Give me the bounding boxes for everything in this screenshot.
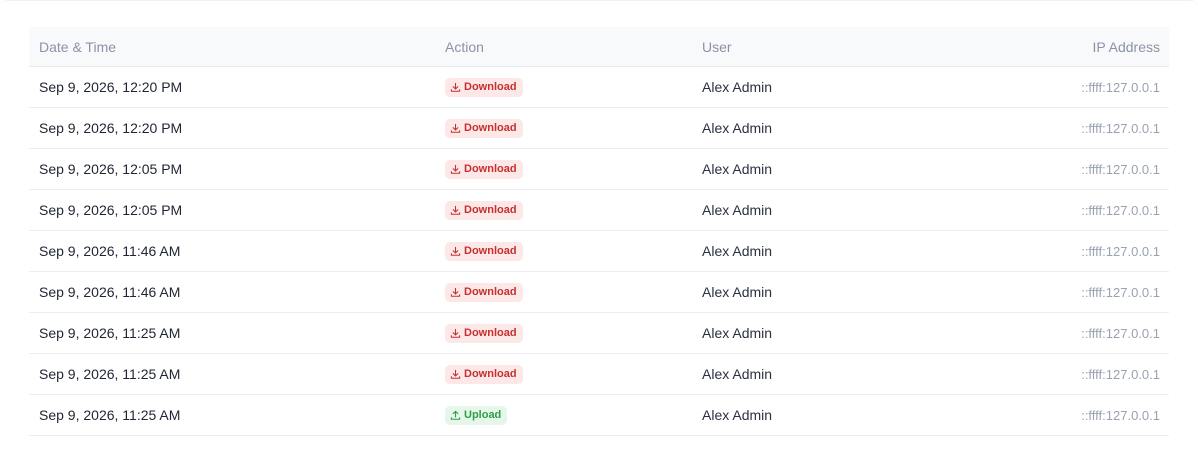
- row-ip: ::ffff:127.0.0.1: [1081, 161, 1160, 177]
- action-badge: Download: [445, 77, 523, 97]
- upload-icon: [450, 410, 464, 421]
- row-date: Sep 9, 2026, 11:25 AM: [39, 366, 181, 382]
- table-header-row: Date & Time Action User IP Address: [29, 27, 1169, 67]
- table-body: Sep 9, 2026, 12:20 PM Download Alex Admin:…: [29, 67, 1169, 436]
- row-ip: ::ffff:127.0.0.1: [1081, 202, 1160, 218]
- row-action: Download: [445, 190, 523, 230]
- row-date: Sep 9, 2026, 11:46 AM: [39, 243, 181, 259]
- row-ip: ::ffff:127.0.0.1: [1081, 284, 1160, 300]
- row-user: Alex Admin: [702, 284, 773, 300]
- column-header-user: User: [702, 38, 732, 55]
- action-badge-label: Download: [464, 367, 517, 380]
- action-badge-label: Download: [464, 203, 517, 216]
- download-icon: [450, 82, 464, 93]
- action-badge: Download: [445, 282, 523, 302]
- column-header-ip: IP Address: [1092, 38, 1160, 55]
- action-badge-label: Download: [464, 285, 517, 298]
- download-icon: [450, 164, 464, 175]
- column-header-action: Action: [445, 38, 484, 55]
- download-icon: [450, 369, 464, 380]
- table-row: Sep 9, 2026, 11:25 AM Download Alex Admin:…: [29, 354, 1169, 395]
- row-date: Sep 9, 2026, 11:46 AM: [39, 284, 181, 300]
- download-icon: [450, 328, 464, 339]
- row-action: Download: [445, 67, 523, 107]
- row-ip: ::ffff:127.0.0.1: [1081, 407, 1160, 423]
- row-date: Sep 9, 2026, 12:05 PM: [39, 202, 183, 218]
- activity-log-card: Date & Time Action User IP Address Sep 9…: [0, 0, 1198, 472]
- action-badge-label: Download: [464, 326, 517, 339]
- row-date: Sep 9, 2026, 12:20 PM: [39, 79, 183, 95]
- row-action: Download: [445, 272, 523, 312]
- row-date: Sep 9, 2026, 11:25 AM: [39, 325, 181, 341]
- download-icon: [450, 287, 464, 298]
- row-action: Download: [445, 354, 523, 394]
- action-badge-label: Download: [464, 162, 517, 175]
- row-user: Alex Admin: [702, 202, 773, 218]
- table-row: Sep 9, 2026, 11:25 AM Upload Alex Admin::f…: [29, 395, 1169, 436]
- row-user: Alex Admin: [702, 243, 773, 259]
- action-badge: Download: [445, 200, 523, 220]
- row-date: Sep 9, 2026, 12:20 PM: [39, 120, 183, 136]
- action-badge-label: Download: [464, 80, 517, 93]
- action-badge: Download: [445, 364, 523, 384]
- column-header-date: Date & Time: [39, 38, 117, 55]
- activity-log-table: Date & Time Action User IP Address Sep 9…: [29, 27, 1169, 436]
- table-row: Sep 9, 2026, 11:46 AM Download Alex Admin:…: [29, 272, 1169, 313]
- row-ip: ::ffff:127.0.0.1: [1081, 325, 1160, 341]
- row-action: Upload: [445, 395, 508, 435]
- row-date: Sep 9, 2026, 12:05 PM: [39, 161, 183, 177]
- row-ip: ::ffff:127.0.0.1: [1081, 79, 1160, 95]
- table-row: Sep 9, 2026, 12:20 PM Download Alex Admin:…: [29, 108, 1169, 149]
- action-badge: Download: [445, 159, 523, 179]
- row-user: Alex Admin: [702, 366, 773, 382]
- row-date: Sep 9, 2026, 11:25 AM: [39, 407, 181, 423]
- table-row: Sep 9, 2026, 11:25 AM Download Alex Admin:…: [29, 313, 1169, 354]
- row-user: Alex Admin: [702, 407, 773, 423]
- row-action: Download: [445, 108, 523, 148]
- download-icon: [450, 123, 464, 134]
- download-icon: [450, 246, 464, 257]
- row-user: Alex Admin: [702, 120, 773, 136]
- action-badge-label: Download: [464, 121, 517, 134]
- row-user: Alex Admin: [702, 325, 773, 341]
- table-row: Sep 9, 2026, 12:05 PM Download Alex Admin:…: [29, 190, 1169, 231]
- row-ip: ::ffff:127.0.0.1: [1081, 120, 1160, 136]
- action-badge: Download: [445, 323, 523, 343]
- action-badge-label: Download: [464, 244, 517, 257]
- action-badge-label: Upload: [464, 408, 502, 421]
- table-row: Sep 9, 2026, 11:46 AM Download Alex Admin:…: [29, 231, 1169, 272]
- row-action: Download: [445, 313, 523, 353]
- row-action: Download: [445, 149, 523, 189]
- row-action: Download: [445, 231, 523, 271]
- row-ip: ::ffff:127.0.0.1: [1081, 366, 1160, 382]
- table-row: Sep 9, 2026, 12:05 PM Download Alex Admin:…: [29, 149, 1169, 190]
- row-ip: ::ffff:127.0.0.1: [1081, 243, 1160, 259]
- download-icon: [450, 205, 464, 216]
- action-badge: Upload: [445, 405, 508, 425]
- action-badge: Download: [445, 118, 523, 138]
- row-user: Alex Admin: [702, 161, 773, 177]
- table-row: Sep 9, 2026, 12:20 PM Download Alex Admin:…: [29, 67, 1169, 108]
- action-badge: Download: [445, 241, 523, 261]
- row-user: Alex Admin: [702, 79, 773, 95]
